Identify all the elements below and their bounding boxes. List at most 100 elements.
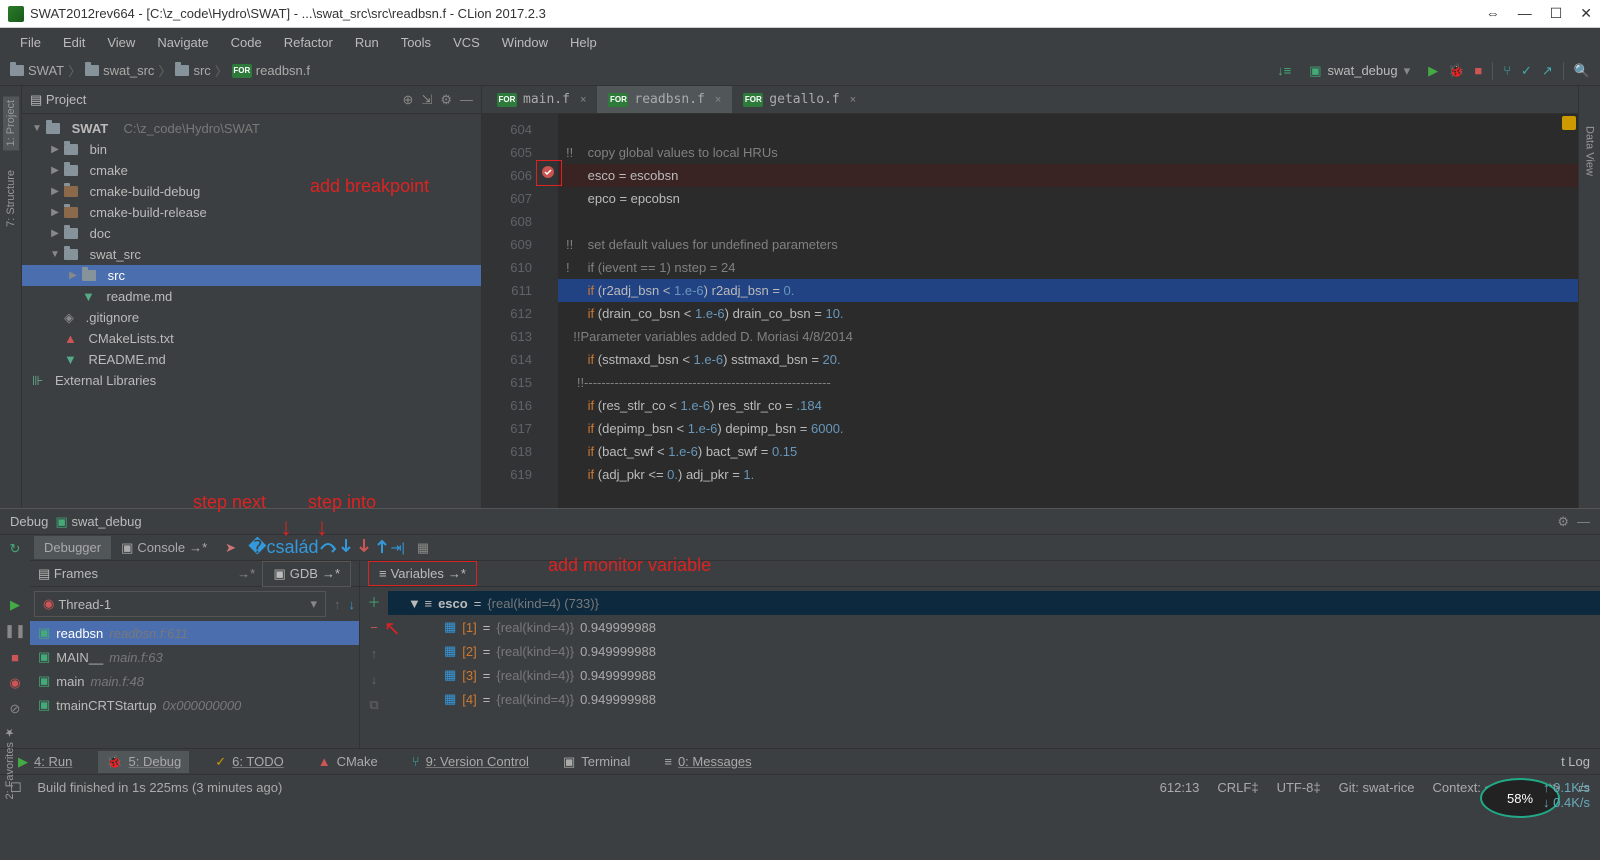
breadcrumb[interactable]: swat_src: [85, 63, 154, 78]
breakpoint-icon[interactable]: [540, 164, 556, 180]
breadcrumb[interactable]: SWAT: [10, 63, 64, 78]
editor-tab[interactable]: FORreadbsn.f×: [597, 86, 732, 113]
minimize-button[interactable]: —: [1518, 5, 1532, 22]
menu-view[interactable]: View: [97, 31, 145, 54]
project-tree[interactable]: ▼ SWAT C:\z_code\Hydro\SWAT ▶ bin▶ cmake…: [22, 114, 481, 395]
tab-data-view[interactable]: Data View: [1584, 126, 1596, 176]
menu-tools[interactable]: Tools: [391, 31, 441, 54]
project-view-dropdown[interactable]: ▤ Project: [30, 92, 86, 108]
search-icon[interactable]: 🔍: [1574, 63, 1590, 79]
stop-button[interactable]: ■: [5, 647, 25, 667]
tw-debug[interactable]: 🐞5: Debug: [98, 751, 189, 773]
tw-messages[interactable]: ≡0: Messages: [656, 751, 759, 772]
breadcrumb[interactable]: FORreadbsn.f: [232, 63, 310, 78]
run-config-dropdown[interactable]: ▣swat_debug ▾: [1301, 61, 1418, 81]
tab-variables[interactable]: ≡ Variables →*: [368, 561, 477, 586]
breakpoint-gutter[interactable]: [538, 114, 558, 508]
tab-project[interactable]: 1: Project: [3, 96, 19, 150]
menu-edit[interactable]: Edit: [53, 31, 95, 54]
move-up-icon[interactable]: ↑: [364, 643, 384, 663]
breadcrumb[interactable]: src: [175, 63, 210, 78]
editor-tab[interactable]: FORgetallo.f×: [732, 86, 867, 113]
duplicate-watch-icon[interactable]: ⧉: [364, 695, 384, 715]
menu-refactor[interactable]: Refactor: [274, 31, 343, 54]
stack-frame[interactable]: ▣ tmainCRTStartup 0x000000000: [30, 693, 359, 717]
tab-console[interactable]: ▣ Console →*: [111, 536, 217, 560]
debug-button[interactable]: 🐞: [1448, 63, 1464, 79]
file-encoding[interactable]: UTF-8‡: [1277, 780, 1321, 796]
close-tab-icon[interactable]: ×: [850, 94, 856, 106]
tree-item[interactable]: ▼ swat_src: [22, 244, 481, 265]
move-down-icon[interactable]: ↓: [364, 669, 384, 689]
inspection-indicator[interactable]: [1562, 116, 1576, 130]
tree-item[interactable]: ▼ readme.md: [22, 286, 481, 307]
next-frame-icon[interactable]: ↓: [345, 597, 360, 612]
tab-debugger[interactable]: Debugger: [34, 536, 111, 559]
vcs-branch-icon[interactable]: ⑂: [1503, 63, 1511, 78]
rerun-button[interactable]: ↻: [5, 539, 25, 559]
tab-favorites[interactable]: 2: Favorites ★: [3, 726, 25, 800]
step-into-button[interactable]: [337, 537, 355, 558]
variable-row[interactable]: ▦ [2] = {real(kind=4)} 0.949999988: [388, 639, 1600, 663]
line-separator[interactable]: CRLF‡: [1217, 780, 1258, 796]
remove-watch-button[interactable]: −: [364, 617, 384, 637]
menu-file[interactable]: File: [10, 31, 51, 54]
show-execution-point-icon[interactable]: ➤: [225, 540, 236, 556]
tree-item[interactable]: ▶ doc: [22, 223, 481, 244]
vcs-commit-icon[interactable]: ✓: [1521, 63, 1532, 79]
run-button[interactable]: ▶: [1428, 63, 1438, 79]
tab-gdb[interactable]: ▣ GDB →*: [262, 561, 351, 587]
tw-cmake[interactable]: ▲CMake: [310, 751, 386, 772]
tree-item[interactable]: ▲ CMakeLists.txt: [22, 328, 481, 349]
menu-vcs[interactable]: VCS: [443, 31, 490, 54]
close-tab-icon[interactable]: ×: [715, 94, 721, 106]
evaluate-expression-button[interactable]: ▦: [417, 540, 429, 556]
caret-position[interactable]: 612:13: [1160, 780, 1200, 796]
run-to-cursor-button[interactable]: ⇥|: [391, 540, 405, 556]
maximize-button[interactable]: ☐: [1550, 5, 1563, 22]
tree-item[interactable]: ◈ .gitignore: [22, 307, 481, 328]
vcs-push-icon[interactable]: ↗: [1542, 63, 1553, 79]
force-step-into-button[interactable]: [355, 537, 373, 558]
thread-selector[interactable]: ◉Thread-1▾: [34, 591, 326, 617]
hide-icon[interactable]: —: [1577, 514, 1590, 530]
step-out-button[interactable]: [373, 537, 391, 558]
settings-icon[interactable]: ⚙: [1557, 514, 1569, 530]
tree-item[interactable]: ▶ bin: [22, 139, 481, 160]
variable-row[interactable]: ▦ [1] = {real(kind=4)} 0.949999988: [388, 615, 1600, 639]
tab-structure[interactable]: 7: Structure: [5, 170, 17, 227]
variable-row[interactable]: ▦ [4] = {real(kind=4)} 0.949999988: [388, 687, 1600, 711]
tw-vcs[interactable]: ⑂9: Version Control: [404, 751, 537, 772]
tree-item[interactable]: ▼ README.md: [22, 349, 481, 370]
stop-button[interactable]: ■: [1474, 63, 1482, 78]
scroll-from-source-icon[interactable]: ⊕: [403, 92, 414, 108]
close-button[interactable]: ✕: [1580, 5, 1592, 22]
stack-frame[interactable]: ▣ MAIN__ main.f:63: [30, 645, 359, 669]
menu-navigate[interactable]: Navigate: [147, 31, 218, 54]
resume-button[interactable]: ▶: [5, 595, 25, 615]
tw-terminal[interactable]: ▣Terminal: [555, 751, 638, 773]
variable-row[interactable]: ▼ ≡ esco = {real(kind=4) (733)}: [388, 591, 1600, 615]
stack-frame[interactable]: ▣ main main.f:48: [30, 669, 359, 693]
menu-code[interactable]: Code: [221, 31, 272, 54]
stack-frame[interactable]: ▣ readbsn readbsn.f:611: [30, 621, 359, 645]
editor-tab[interactable]: FORmain.f×: [486, 86, 597, 113]
tree-item[interactable]: ▶ src: [22, 265, 481, 286]
collapse-icon[interactable]: ⇔: [1486, 5, 1500, 22]
variable-row[interactable]: ▦ [3] = {real(kind=4)} 0.949999988: [388, 663, 1600, 687]
tw-todo[interactable]: ✓6: TODO: [207, 751, 291, 773]
prev-frame-icon[interactable]: ↑: [330, 597, 345, 612]
mute-breakpoints-button[interactable]: ⊘: [5, 699, 25, 719]
tree-item[interactable]: ▶ cmake-build-release: [22, 202, 481, 223]
git-branch[interactable]: Git: swat-rice: [1339, 780, 1415, 796]
menu-help[interactable]: Help: [560, 31, 607, 54]
pause-button[interactable]: ❚❚: [5, 621, 25, 641]
settings-icon[interactable]: ⚙: [440, 92, 452, 108]
event-log[interactable]: t Log: [1561, 754, 1590, 769]
vcs-update-icon[interactable]: ↓≡: [1277, 63, 1291, 78]
code-content[interactable]: !! copy global values to local HRUs esco…: [558, 114, 1578, 508]
collapse-all-icon[interactable]: ⇲: [421, 92, 432, 108]
view-breakpoints-button[interactable]: ◉: [5, 673, 25, 693]
menu-window[interactable]: Window: [492, 31, 558, 54]
add-watch-button[interactable]: ＋: [364, 591, 384, 611]
